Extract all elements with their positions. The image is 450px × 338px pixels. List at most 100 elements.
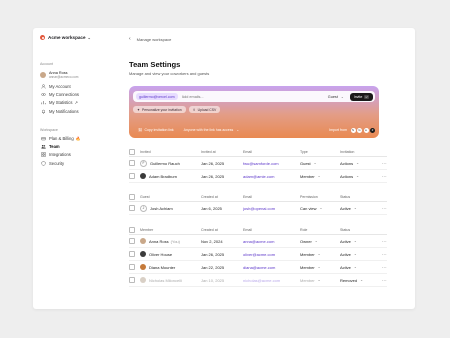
email-link[interactable]: anna@acme.com [243,239,300,244]
select-all-checkbox[interactable] [129,226,135,233]
row-checkbox[interactable] [129,251,135,257]
role-value: Member [300,277,315,283]
chevron-left-icon[interactable]: ‹ [129,36,131,42]
sidebar-item-security[interactable]: Security [40,159,81,167]
sidebar-item-plan-billing[interactable]: Plan & Billing 🔥 [40,134,81,142]
chevron-down-icon: ⌄ [353,252,357,256]
pill-label: Personalize your invitation [142,107,182,112]
link-access-select[interactable]: Anyone with the link has access ⌄ [184,128,239,132]
sidebar-item-my-statistics[interactable]: My Statistics ↗ [40,99,79,107]
select-all-checkbox[interactable] [129,148,135,155]
actions-label: Actions [340,160,354,166]
column-header: Guest [140,194,150,199]
table-header: Invited Invited at Email Type Invitation [129,147,387,157]
column-header: Role [300,227,308,232]
invited-date: Jan 26, 2025 [201,160,225,166]
column-header: Invited at [201,149,216,154]
permission-value: Can view [300,205,317,211]
select-all-checkbox[interactable] [129,193,135,200]
role-select[interactable]: Member ⌄ [300,252,340,257]
row-checkbox[interactable] [129,205,135,211]
status-select[interactable]: Removed ⌄ [340,278,375,283]
role-select[interactable]: Member ⌄ [300,278,340,283]
column-header: Status [340,194,351,199]
status-select[interactable]: Active ⌄ [340,239,375,244]
invite-options: ✦ Personalize your invitation ⇪ Upload C… [133,106,223,113]
created-date: Nov 2, 2024 [201,238,223,244]
permission-select[interactable]: Can view ⌄ [300,206,340,211]
notion-icon[interactable]: N [350,127,356,133]
link-icon: ⛓ [138,128,143,132]
more-icon[interactable]: ··· [375,161,387,166]
sidebar-item-team[interactable]: Team [40,142,81,150]
status-select[interactable]: Active ⌄ [340,252,375,257]
chevron-down-icon: ⌄ [317,174,321,178]
sidebar-item-my-account[interactable]: My Account [40,82,79,90]
email-chip[interactable]: guillermo@vercel.com [136,93,178,100]
more-icon[interactable]: ··· [375,252,387,257]
google-icon[interactable]: G [357,127,362,133]
role-select[interactable]: Guest ⌄ [328,95,344,99]
invite-bar: guillermo@vercel.com Guest ⌄ Invite ↵ [133,91,375,102]
avatar: F [140,159,147,167]
row-checkbox[interactable] [129,264,135,270]
type-select[interactable]: Guest ⌄ [300,161,340,166]
breadcrumb[interactable]: ‹ Manage workspace [129,36,171,42]
status-select[interactable]: Active ⌄ [340,206,375,211]
column-header: Email [243,149,252,154]
more-icon[interactable]: ··· [375,265,387,270]
account-nav: My Account My Connections My Statistics … [40,82,79,115]
avatar [140,238,146,244]
user-profile[interactable]: Anna Ross annar@acmeco.com [40,71,78,79]
sidebar-item-label: My Account [49,83,71,89]
type-select[interactable]: Member ⌄ [300,174,340,179]
row-checkbox[interactable] [129,160,135,166]
sidebar-item-my-notifications[interactable]: My Notifications [40,107,79,115]
more-icon[interactable]: ··· [375,239,387,244]
sidebar-item-my-connections[interactable]: My Connections [40,90,79,98]
sidebar-item-label: Plan & Billing [49,135,74,141]
slack-icon[interactable]: # [370,127,375,133]
upload-csv-button[interactable]: ⇪ Upload CSV [188,106,221,113]
shield-icon [40,160,46,166]
actions-select[interactable]: Actions ⌄ [340,174,375,179]
copy-link-button[interactable]: ⛓ Copy invitation link [138,128,174,132]
user-email: annar@acmeco.com [49,75,79,80]
column-header: Member [140,227,154,232]
more-icon[interactable]: ··· [375,174,387,179]
row-checkbox[interactable] [129,238,135,244]
copy-link-label: Copy invitation link [144,128,174,132]
grid-icon [40,152,46,157]
created-date: Jan 26, 2025 [201,251,225,257]
status-select[interactable]: Active ⌄ [340,265,375,270]
member-name: Adam Bradburn [149,173,178,179]
row-checkbox[interactable] [129,277,135,283]
sidebar-item-integrations[interactable]: Integrations [40,151,81,159]
email-link[interactable]: diana@acme.com [243,265,300,270]
workspace-switcher[interactable]: Acme workspace ⌄ [40,35,91,40]
status-value: Active [340,251,351,257]
role-value: Member [300,251,315,257]
row-checkbox[interactable] [129,173,135,179]
email-link[interactable]: adam@amie.com [243,174,300,179]
more-icon[interactable]: ··· [375,278,387,283]
chevron-down-icon: ⌄ [360,278,363,282]
github-icon[interactable]: ● [363,127,369,133]
invite-button[interactable]: Invite ↵ [349,92,373,101]
import-label: Import from [329,128,347,132]
type-value: Member [300,173,315,179]
sidebar-item-label: Integrations [49,152,71,158]
chevron-down-icon: ⌄ [356,161,359,165]
email-link[interactable]: nicholas@acme.com [243,278,300,283]
email-link[interactable]: oliver@acme.com [243,252,300,257]
role-select[interactable]: Member ⌄ [300,265,340,270]
email-link[interactable]: fwu@samforde.com [243,161,300,166]
email-input[interactable] [181,94,302,99]
actions-select[interactable]: Actions ⌄ [340,161,375,166]
personalize-invitation-button[interactable]: ✦ Personalize your invitation [133,106,186,113]
more-icon[interactable]: ··· [375,206,387,211]
email-link[interactable]: josh@openai.com [243,206,300,211]
avatar [140,277,146,283]
table-row: Adam Bradburn Jan 26, 2025 adam@amie.com… [129,170,387,183]
role-select[interactable]: Owner ⌄ [300,239,340,244]
